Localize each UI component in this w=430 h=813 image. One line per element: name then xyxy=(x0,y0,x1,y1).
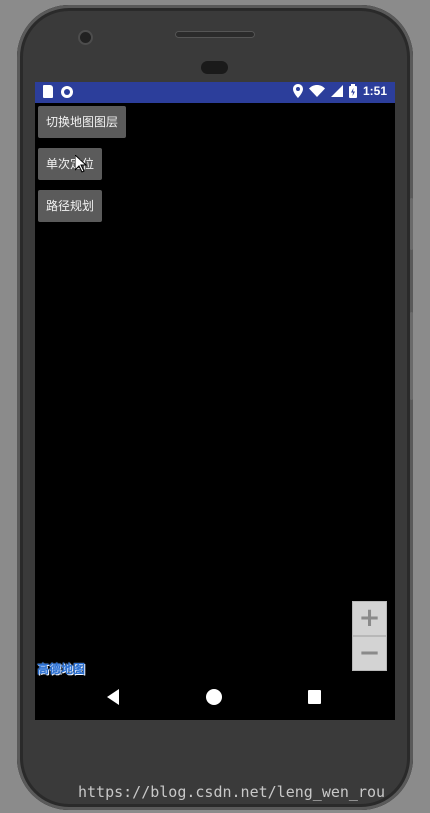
route-planning-button[interactable]: 路径规划 xyxy=(38,190,103,222)
status-bar: 1:51 xyxy=(35,82,395,103)
phone-side-button-volume xyxy=(410,312,413,400)
zoom-in-button[interactable]: + xyxy=(352,601,387,636)
amap-logo: 高德地图 xyxy=(37,662,86,676)
sd-card-icon xyxy=(43,85,53,98)
status-left-icons xyxy=(43,85,73,98)
earpiece-speaker xyxy=(175,31,255,38)
wifi-icon xyxy=(308,85,325,97)
back-icon[interactable] xyxy=(105,688,121,710)
sync-circle-icon xyxy=(61,85,73,98)
phone-screen: 1:51 切换地图图层 单次定位 路径规划 + − 高德地图 xyxy=(35,82,395,720)
navigation-bar xyxy=(35,680,395,720)
battery-icon xyxy=(348,84,357,98)
phone-side-button-power xyxy=(410,198,413,250)
zoom-out-button[interactable]: − xyxy=(352,636,387,671)
location-pin-icon xyxy=(292,84,303,98)
proximity-sensor xyxy=(201,61,228,74)
recents-icon[interactable] xyxy=(307,688,323,710)
status-right-icons: 1:51 xyxy=(292,84,387,98)
cell-signal-icon xyxy=(330,85,343,97)
screenshot-page: 1:51 切换地图图层 单次定位 路径规划 + − 高德地图 https://b… xyxy=(0,0,430,813)
single-location-button[interactable]: 单次定位 xyxy=(38,148,103,180)
status-time: 1:51 xyxy=(362,84,387,98)
front-camera xyxy=(80,32,91,43)
watermark-url: https://blog.csdn.net/leng_wen_rou xyxy=(78,783,386,801)
switch-map-layer-button[interactable]: 切换地图图层 xyxy=(38,106,127,138)
home-icon[interactable] xyxy=(205,688,223,710)
mouse-cursor-icon xyxy=(74,153,88,177)
